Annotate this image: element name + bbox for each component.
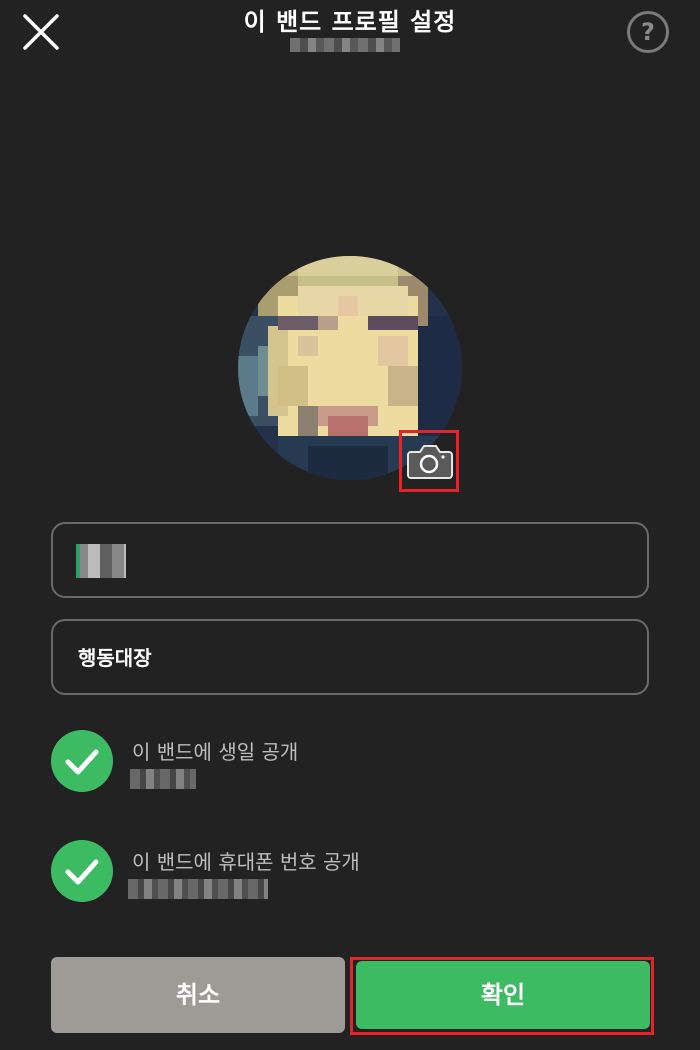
birthday-value-blurred — [130, 769, 196, 789]
birthday-public-checkbox[interactable] — [51, 730, 113, 792]
birthday-public-label: 이 밴드에 생일 공개 — [132, 740, 299, 764]
help-icon: ? — [641, 18, 655, 46]
nickname-value: 행동대장 — [78, 646, 152, 670]
phone-public-checkbox[interactable] — [51, 840, 113, 902]
camera-icon — [407, 445, 453, 479]
phone-public-label: 이 밴드에 휴대폰 번호 공개 — [132, 850, 360, 874]
name-input[interactable] — [51, 522, 649, 598]
phone-value-blurred — [128, 879, 268, 899]
check-icon — [65, 859, 99, 885]
check-icon — [65, 749, 99, 775]
page-title: 이 밴드 프로필 설정 — [243, 8, 457, 36]
help-button[interactable]: ? — [627, 11, 669, 53]
cancel-button[interactable]: 취소 — [51, 957, 345, 1033]
change-photo-button[interactable] — [402, 433, 456, 489]
band-name-blurred — [290, 38, 400, 52]
name-value-blurred — [76, 544, 126, 578]
confirm-button[interactable]: 확인 — [356, 961, 650, 1029]
